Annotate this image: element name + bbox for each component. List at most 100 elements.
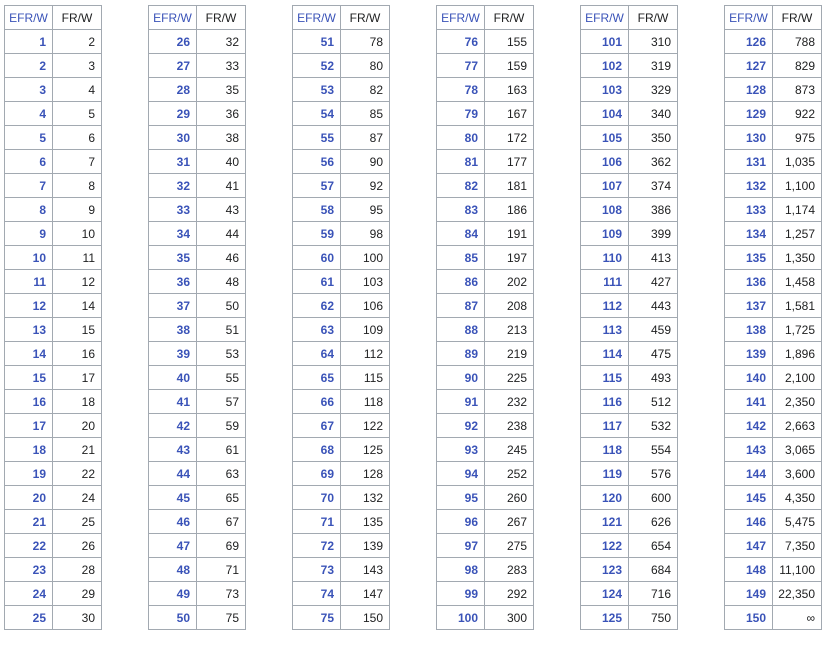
efr-value-link[interactable]: 16 <box>4 389 53 414</box>
efr-value-link[interactable]: 23 <box>4 557 53 582</box>
efr-value-link[interactable]: 145 <box>724 485 773 510</box>
efr-value-link[interactable]: 46 <box>148 509 197 534</box>
efr-value-link[interactable]: 28 <box>148 77 197 102</box>
efr-column-header[interactable]: EFR/W <box>724 5 773 30</box>
efr-value-link[interactable]: 73 <box>292 557 341 582</box>
efr-value-link[interactable]: 104 <box>580 101 629 126</box>
efr-value-link[interactable]: 62 <box>292 293 341 318</box>
efr-value-link[interactable]: 102 <box>580 53 629 78</box>
efr-value-link[interactable]: 134 <box>724 221 773 246</box>
efr-value-link[interactable]: 92 <box>436 413 485 438</box>
efr-value-link[interactable]: 42 <box>148 413 197 438</box>
efr-value-link[interactable]: 148 <box>724 557 773 582</box>
efr-value-link[interactable]: 65 <box>292 365 341 390</box>
efr-value-link[interactable]: 48 <box>148 557 197 582</box>
efr-value-link[interactable]: 25 <box>4 605 53 630</box>
efr-value-link[interactable]: 29 <box>148 101 197 126</box>
efr-value-link[interactable]: 18 <box>4 437 53 462</box>
efr-value-link[interactable]: 1 <box>4 29 53 54</box>
efr-value-link[interactable]: 141 <box>724 389 773 414</box>
efr-value-link[interactable]: 149 <box>724 581 773 606</box>
efr-value-link[interactable]: 119 <box>580 461 629 486</box>
efr-value-link[interactable]: 144 <box>724 461 773 486</box>
efr-value-link[interactable]: 68 <box>292 437 341 462</box>
efr-value-link[interactable]: 61 <box>292 269 341 294</box>
efr-value-link[interactable]: 57 <box>292 173 341 198</box>
efr-value-link[interactable]: 24 <box>4 581 53 606</box>
efr-value-link[interactable]: 2 <box>4 53 53 78</box>
efr-value-link[interactable]: 76 <box>436 29 485 54</box>
efr-value-link[interactable]: 70 <box>292 485 341 510</box>
efr-value-link[interactable]: 98 <box>436 557 485 582</box>
efr-value-link[interactable]: 78 <box>436 77 485 102</box>
efr-value-link[interactable]: 146 <box>724 509 773 534</box>
efr-column-header[interactable]: EFR/W <box>292 5 341 30</box>
efr-value-link[interactable]: 130 <box>724 125 773 150</box>
efr-value-link[interactable]: 107 <box>580 173 629 198</box>
efr-value-link[interactable]: 85 <box>436 245 485 270</box>
efr-value-link[interactable]: 21 <box>4 509 53 534</box>
efr-value-link[interactable]: 150 <box>724 605 773 630</box>
efr-value-link[interactable]: 133 <box>724 197 773 222</box>
efr-value-link[interactable]: 45 <box>148 485 197 510</box>
efr-value-link[interactable]: 37 <box>148 293 197 318</box>
efr-value-link[interactable]: 30 <box>148 125 197 150</box>
efr-value-link[interactable]: 80 <box>436 125 485 150</box>
efr-value-link[interactable]: 95 <box>436 485 485 510</box>
efr-value-link[interactable]: 90 <box>436 365 485 390</box>
efr-value-link[interactable]: 138 <box>724 317 773 342</box>
efr-value-link[interactable]: 40 <box>148 365 197 390</box>
efr-value-link[interactable]: 74 <box>292 581 341 606</box>
efr-value-link[interactable]: 115 <box>580 365 629 390</box>
efr-value-link[interactable]: 14 <box>4 341 53 366</box>
efr-value-link[interactable]: 58 <box>292 197 341 222</box>
efr-value-link[interactable]: 36 <box>148 269 197 294</box>
efr-value-link[interactable]: 10 <box>4 245 53 270</box>
efr-value-link[interactable]: 116 <box>580 389 629 414</box>
efr-value-link[interactable]: 128 <box>724 77 773 102</box>
efr-value-link[interactable]: 35 <box>148 245 197 270</box>
efr-value-link[interactable]: 8 <box>4 197 53 222</box>
efr-value-link[interactable]: 99 <box>436 581 485 606</box>
efr-value-link[interactable]: 38 <box>148 317 197 342</box>
efr-value-link[interactable]: 11 <box>4 269 53 294</box>
efr-value-link[interactable]: 106 <box>580 149 629 174</box>
efr-value-link[interactable]: 41 <box>148 389 197 414</box>
efr-value-link[interactable]: 66 <box>292 389 341 414</box>
efr-value-link[interactable]: 83 <box>436 197 485 222</box>
efr-value-link[interactable]: 7 <box>4 173 53 198</box>
efr-value-link[interactable]: 127 <box>724 53 773 78</box>
efr-value-link[interactable]: 122 <box>580 533 629 558</box>
efr-value-link[interactable]: 109 <box>580 221 629 246</box>
efr-value-link[interactable]: 4 <box>4 101 53 126</box>
efr-value-link[interactable]: 126 <box>724 29 773 54</box>
efr-value-link[interactable]: 26 <box>148 29 197 54</box>
efr-value-link[interactable]: 114 <box>580 341 629 366</box>
efr-column-header[interactable]: EFR/W <box>580 5 629 30</box>
efr-value-link[interactable]: 100 <box>436 605 485 630</box>
efr-value-link[interactable]: 143 <box>724 437 773 462</box>
efr-value-link[interactable]: 93 <box>436 437 485 462</box>
efr-value-link[interactable]: 39 <box>148 341 197 366</box>
efr-value-link[interactable]: 110 <box>580 245 629 270</box>
efr-value-link[interactable]: 91 <box>436 389 485 414</box>
efr-value-link[interactable]: 33 <box>148 197 197 222</box>
efr-value-link[interactable]: 77 <box>436 53 485 78</box>
efr-value-link[interactable]: 47 <box>148 533 197 558</box>
efr-value-link[interactable]: 27 <box>148 53 197 78</box>
efr-value-link[interactable]: 63 <box>292 317 341 342</box>
efr-value-link[interactable]: 49 <box>148 581 197 606</box>
efr-value-link[interactable]: 123 <box>580 557 629 582</box>
efr-value-link[interactable]: 15 <box>4 365 53 390</box>
efr-value-link[interactable]: 89 <box>436 341 485 366</box>
efr-value-link[interactable]: 50 <box>148 605 197 630</box>
efr-value-link[interactable]: 121 <box>580 509 629 534</box>
efr-value-link[interactable]: 101 <box>580 29 629 54</box>
efr-value-link[interactable]: 97 <box>436 533 485 558</box>
efr-value-link[interactable]: 3 <box>4 77 53 102</box>
efr-value-link[interactable]: 131 <box>724 149 773 174</box>
efr-value-link[interactable]: 94 <box>436 461 485 486</box>
efr-value-link[interactable]: 113 <box>580 317 629 342</box>
efr-value-link[interactable]: 17 <box>4 413 53 438</box>
efr-value-link[interactable]: 147 <box>724 533 773 558</box>
